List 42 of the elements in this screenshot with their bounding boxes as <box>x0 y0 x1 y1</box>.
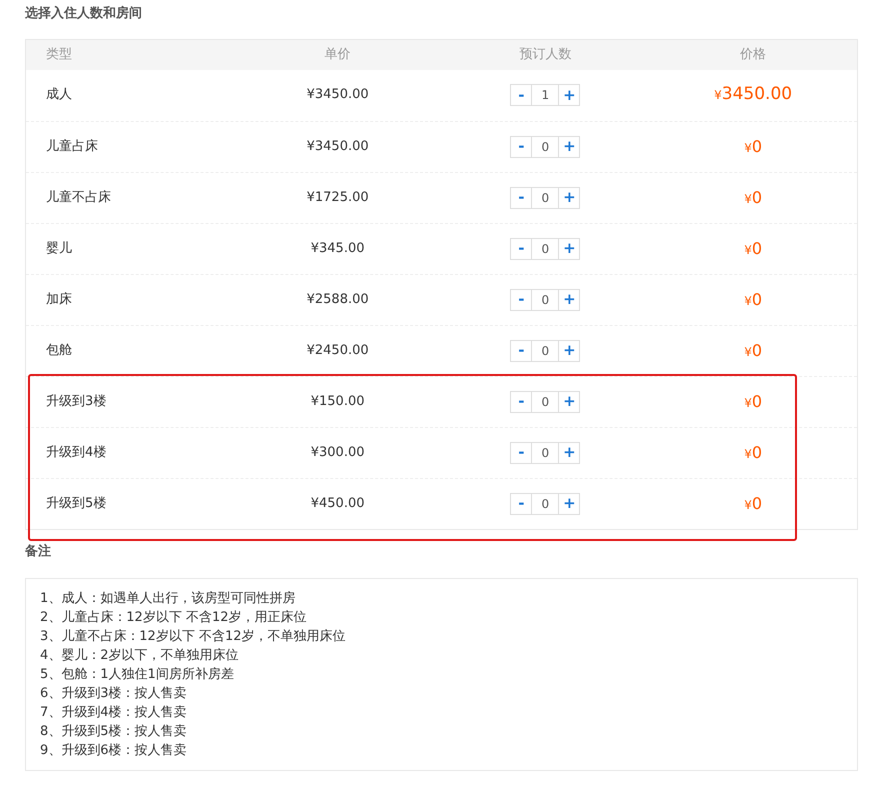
note-line: 9、升级到6楼：按人售卖 <box>40 742 188 760</box>
column-header: 预订人数 <box>519 46 572 62</box>
total-price: ¥0 <box>744 442 762 462</box>
room-type: 加床 <box>46 292 72 307</box>
unit-price: ¥150.00 <box>310 394 364 409</box>
notes-title: 备注 <box>25 542 51 560</box>
note-line: 5、包舱：1人独住1间房所补房差 <box>40 666 235 684</box>
room-type: 儿童不占床 <box>46 190 111 205</box>
column-header: 单价 <box>324 46 351 62</box>
note-line: 3、儿童不占床：12岁以下 不含12岁，不单独用床位 <box>40 628 346 646</box>
total-price: ¥0 <box>744 136 762 156</box>
room-type: 升级到4楼 <box>46 444 106 460</box>
total-price: ¥0 <box>744 238 762 258</box>
unit-price: ¥300.00 <box>310 444 364 460</box>
total-price: ¥0 <box>744 392 762 410</box>
unit-price: ¥3450.00 <box>306 138 369 154</box>
unit-price: ¥2588.00 <box>306 292 369 307</box>
unit-price: ¥2450.00 <box>306 342 369 358</box>
unit-price: ¥3450.00 <box>306 87 369 102</box>
note-line: 8、升级到5楼：按人售卖 <box>40 723 188 741</box>
note-line: 6、升级到3楼：按人售卖 <box>40 685 188 703</box>
room-type: 包舱 <box>46 342 72 358</box>
unit-price: ¥345.00 <box>310 240 364 256</box>
unit-price: ¥450.00 <box>310 496 364 511</box>
total-price: ¥0 <box>744 494 762 512</box>
column-header: 类型 <box>46 46 72 62</box>
total-price: ¥0 <box>744 340 762 360</box>
room-type: 儿童占床 <box>46 138 98 154</box>
total-price: ¥0 <box>744 188 762 206</box>
room-type: 婴儿 <box>46 240 72 256</box>
note-line: 4、婴儿：2岁以下，不单独用床位 <box>40 647 240 665</box>
total-price: ¥3450.00 <box>714 84 792 104</box>
note-line: 2、儿童占床：12岁以下 不含12岁，用正床位 <box>40 609 308 627</box>
section-title: 选择入住人数和房间 <box>25 4 142 23</box>
room-type: 升级到3楼 <box>46 394 106 409</box>
note-line: 7、升级到4楼：按人售卖 <box>40 704 188 722</box>
column-header: 价格 <box>740 46 766 62</box>
note-line: 1、成人：如遇单人出行，该房型可同性拼房 <box>40 590 296 608</box>
total-price: ¥0 <box>744 290 762 308</box>
room-type: 升级到5楼 <box>46 496 106 511</box>
room-type: 成人 <box>46 87 72 102</box>
unit-price: ¥1725.00 <box>306 190 369 205</box>
